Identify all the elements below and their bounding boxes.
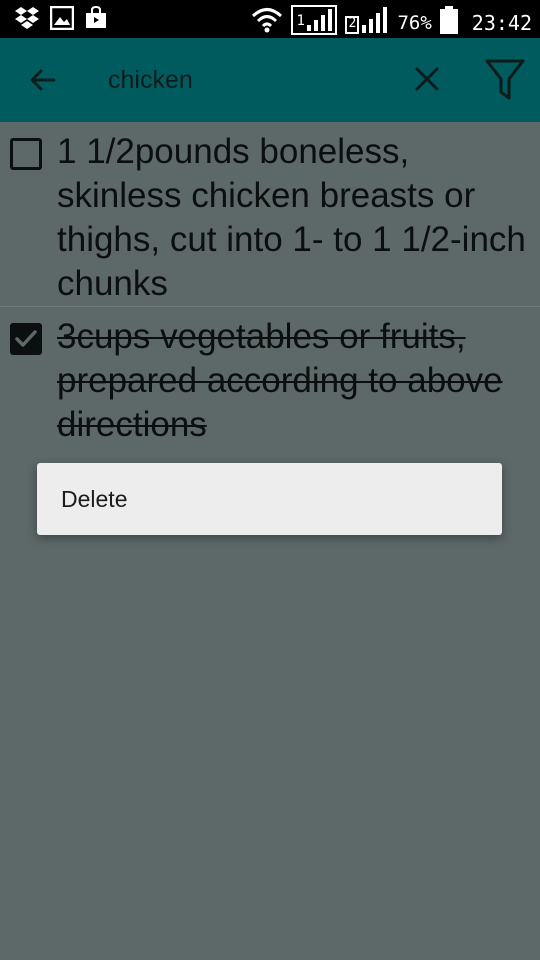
search-toolbar	[0, 38, 540, 122]
list-item[interactable]: 3cups vegetables or fruits, prepared acc…	[0, 307, 540, 457]
sim2-signal-icon: 2	[345, 6, 389, 39]
back-arrow-icon[interactable]	[24, 62, 60, 98]
checkmark-icon	[15, 330, 37, 347]
filter-icon[interactable]	[484, 58, 526, 102]
list-item[interactable]: 1 1/2pounds boneless, skinless chicken b…	[0, 122, 540, 307]
item-list: 1 1/2pounds boneless, skinless chicken b…	[0, 122, 540, 444]
store-icon	[84, 5, 108, 35]
item-text: 1 1/2pounds boneless, skinless chicken b…	[57, 132, 526, 303]
sim1-signal-icon: 1	[291, 5, 338, 40]
sim1-label: 1	[296, 13, 305, 29]
context-menu: Delete	[37, 463, 502, 535]
checked-checkbox[interactable]	[10, 323, 42, 355]
battery-icon	[439, 6, 458, 39]
image-icon	[49, 5, 75, 35]
notification-icons	[14, 5, 108, 35]
clear-icon[interactable]	[410, 62, 444, 96]
battery-percent: 76%	[397, 11, 432, 34]
item-text: 3cups vegetables or fruits, prepared acc…	[57, 317, 503, 444]
search-input[interactable]	[108, 64, 398, 96]
unchecked-checkbox[interactable]	[10, 138, 42, 170]
wifi-icon	[251, 7, 283, 38]
delete-menu-item[interactable]: Delete	[61, 486, 127, 513]
system-indicators: 1 2 76% 23:42	[251, 5, 532, 40]
clock: 23:42	[471, 10, 532, 35]
sim2-label: 2	[348, 16, 357, 31]
dropbox-icon	[14, 6, 40, 35]
status-bar: 1 2 76% 23:42	[0, 0, 540, 38]
